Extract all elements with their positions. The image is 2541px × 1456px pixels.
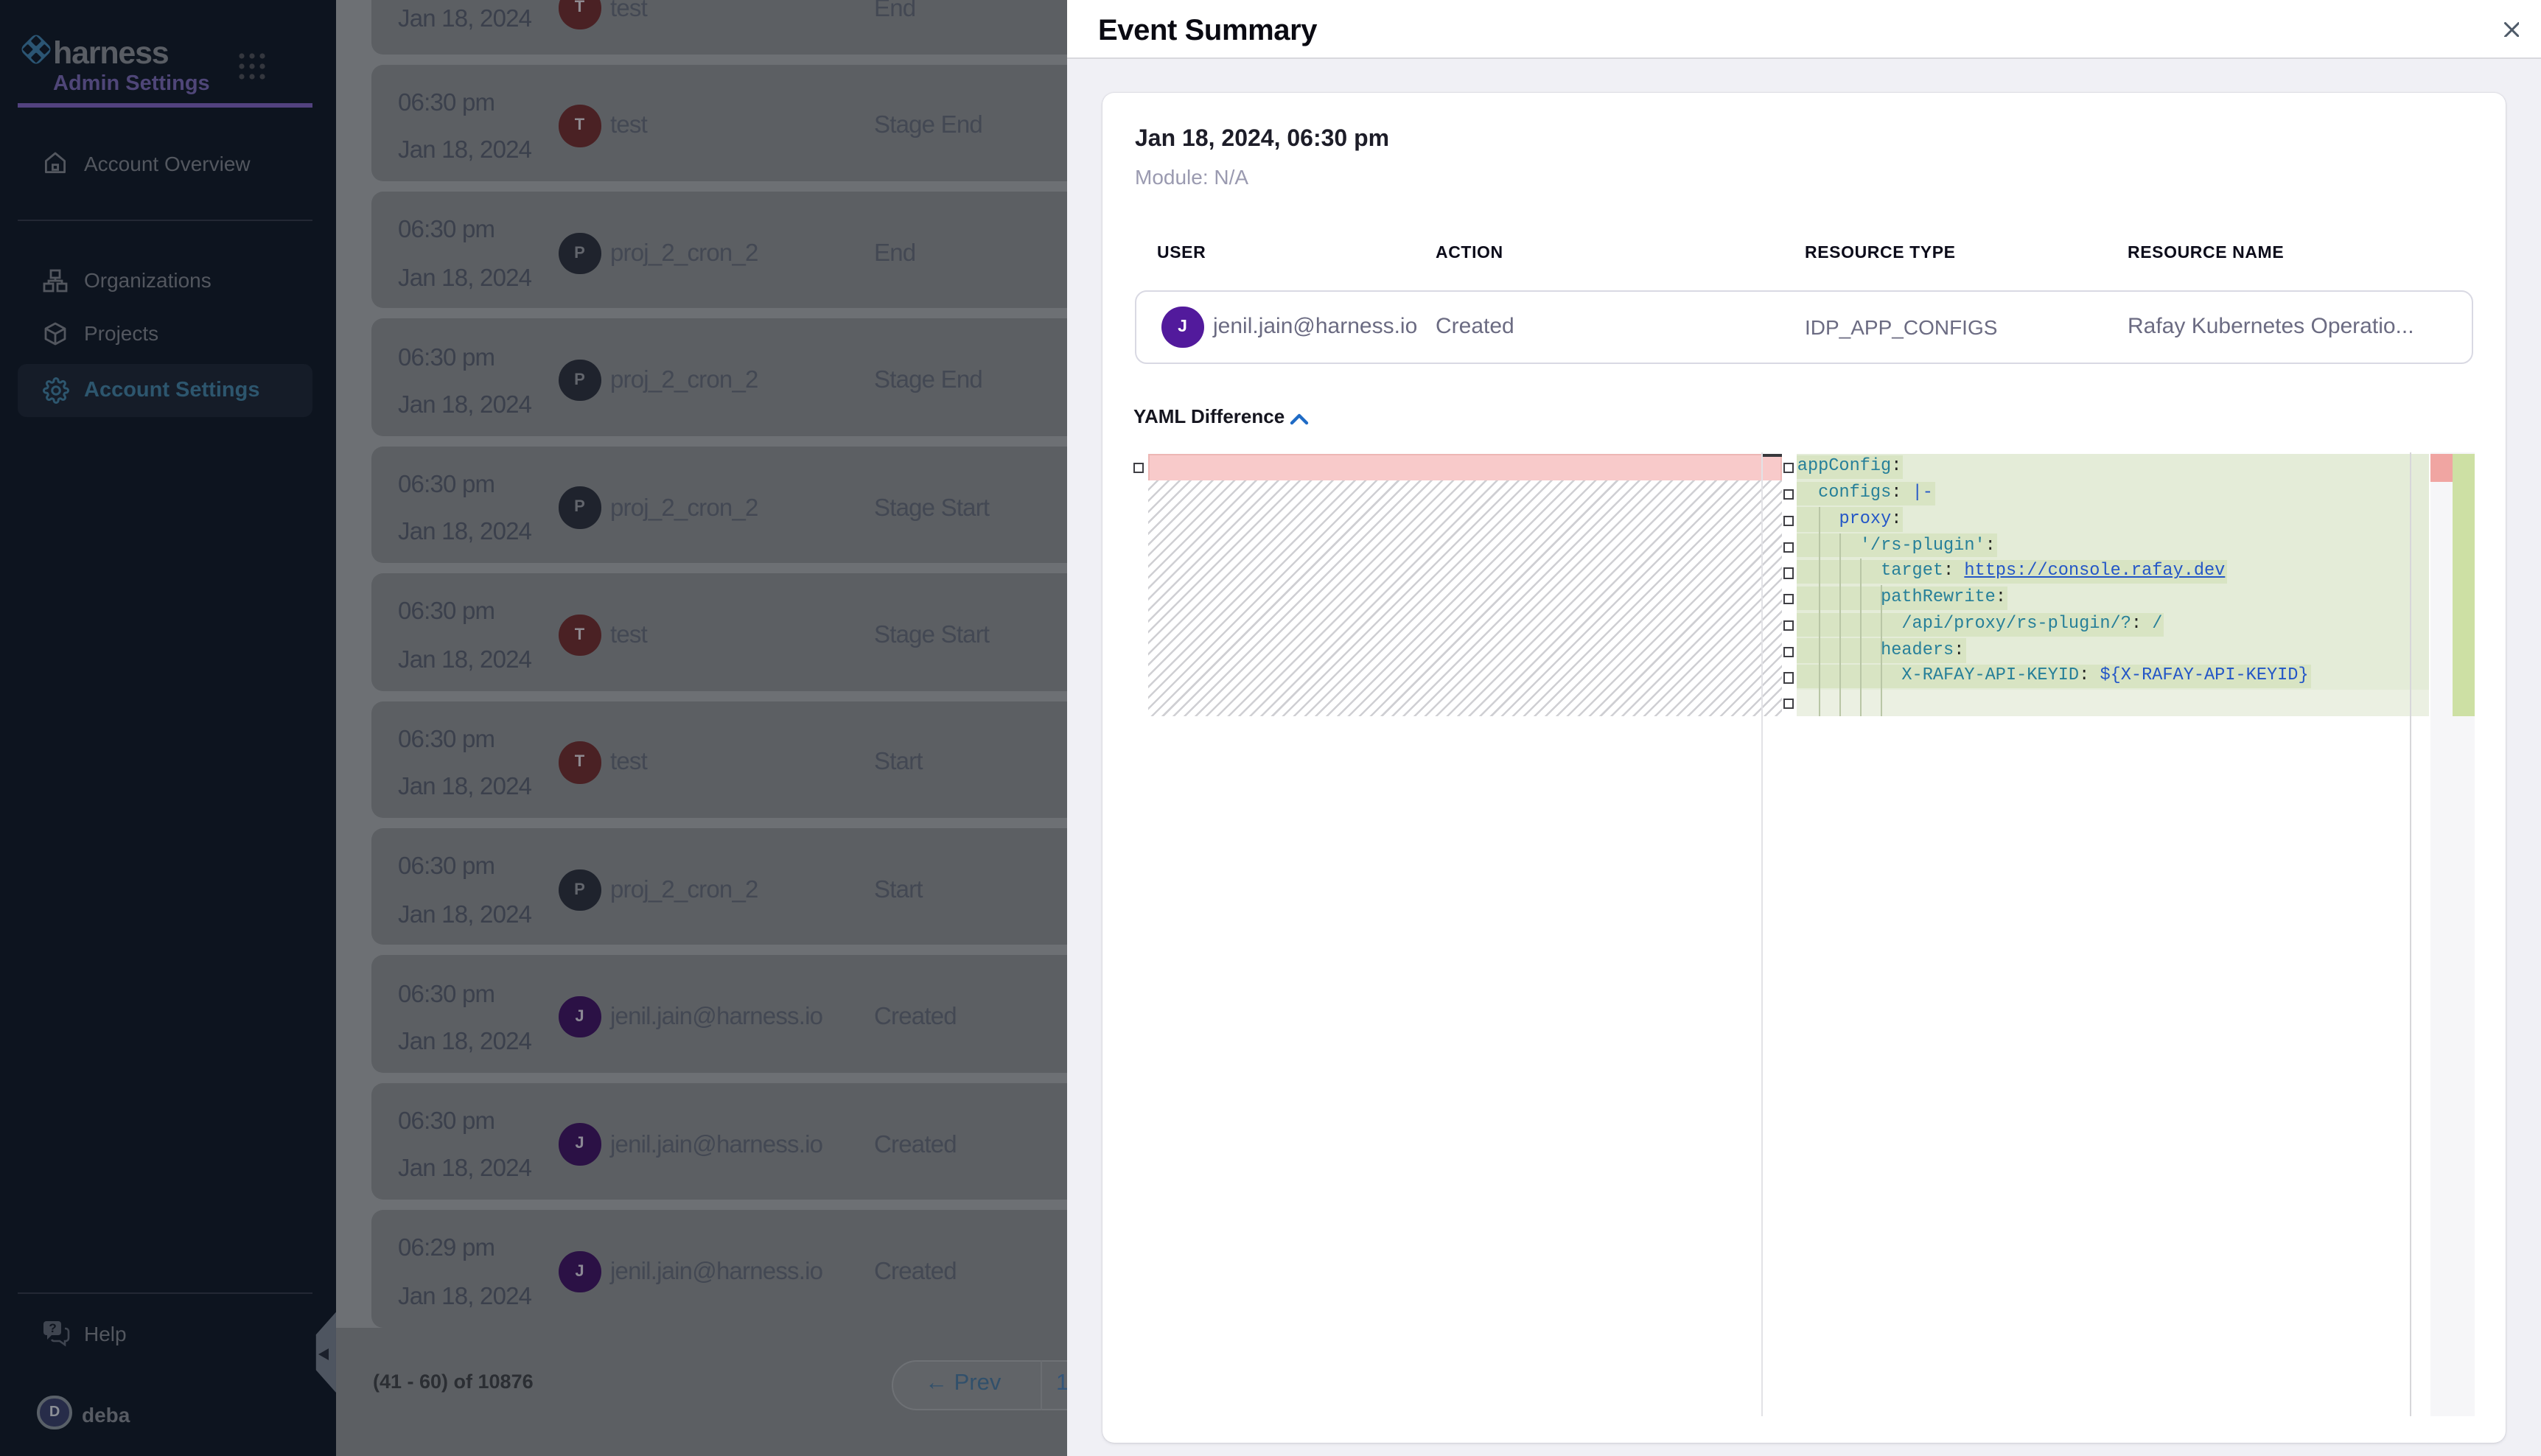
svg-text:?: ? [49,1321,56,1335]
